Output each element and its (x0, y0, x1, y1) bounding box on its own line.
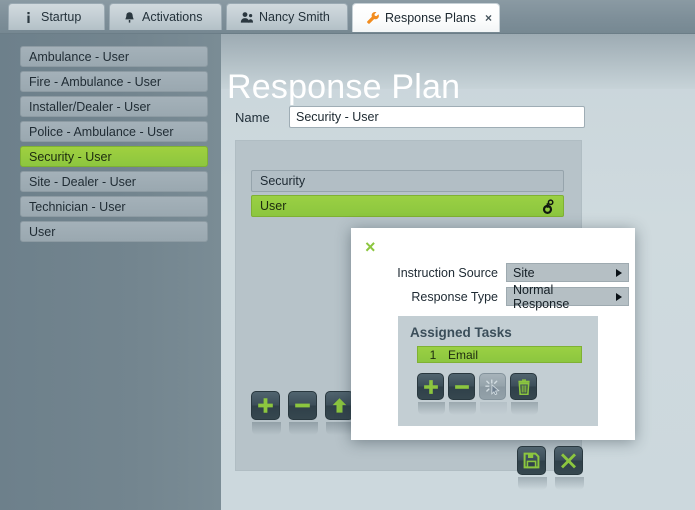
alarm-bell-icon (122, 10, 137, 25)
tab-nancy-smith[interactable]: Nancy Smith (226, 3, 348, 30)
sidebar-item-label: Ambulance - User (29, 49, 130, 64)
sidebar-item-label: Fire - Ambulance - User (29, 74, 161, 89)
button-reflection (418, 402, 445, 415)
button-reflection (555, 477, 584, 490)
instruction-source-select[interactable]: Site (506, 263, 629, 282)
sidebar-item-label: Police - Ambulance - User (29, 124, 174, 139)
sidebar-item-user[interactable]: User (20, 221, 208, 242)
task-name: Email (448, 347, 479, 362)
sidebar-item-security-user[interactable]: Security - User (20, 146, 208, 167)
save-button[interactable] (517, 446, 547, 490)
page-title: Response Plan (227, 68, 461, 106)
add-task-button[interactable] (417, 373, 445, 415)
tab-label: Response Plans (385, 10, 477, 25)
tab-startup[interactable]: Startup (8, 3, 105, 30)
name-input[interactable] (289, 106, 585, 128)
person-key-icon (540, 198, 556, 214)
tab-activations[interactable]: Activations (109, 3, 222, 30)
plan-row-user[interactable]: User (251, 195, 564, 217)
name-field-row: Name (235, 106, 585, 128)
add-plan-row-button[interactable] (251, 391, 281, 435)
delete-task-button[interactable] (510, 373, 538, 415)
select-task-button (479, 373, 507, 415)
button-reflection (289, 422, 318, 435)
sidebar-item-label: Technician - User (29, 199, 126, 214)
sidebar-item-technician-user[interactable]: Technician - User (20, 196, 208, 217)
info-icon (21, 10, 36, 25)
chevron-right-icon (616, 292, 622, 301)
sidebar-item-label: User (29, 224, 56, 239)
response-type-label: Response Type (411, 289, 498, 304)
plan-row-label: User (260, 199, 287, 213)
sidebar-item-site-dealer-user[interactable]: Site - Dealer - User (20, 171, 208, 192)
popup-close-icon[interactable]: × (365, 238, 376, 256)
assigned-tasks-box: Assigned Tasks 1 Email (398, 316, 598, 426)
response-plan-list: Ambulance - User Fire - Ambulance - User… (20, 46, 208, 246)
sidebar-item-label: Installer/Dealer - User (29, 99, 151, 114)
tab-bar: Startup Activations Nancy Smith Response… (0, 0, 695, 34)
application-window: Startup Activations Nancy Smith Response… (0, 0, 695, 510)
response-type-value: Normal Response (513, 282, 570, 311)
move-up-plan-row-button[interactable] (325, 391, 355, 435)
name-label: Name (235, 109, 270, 125)
tab-label: Activations (142, 9, 203, 24)
task-row[interactable]: 1 Email (417, 346, 582, 363)
tab-label: Nancy Smith (259, 9, 330, 24)
cancel-button[interactable] (554, 446, 584, 490)
assigned-tasks-title: Assigned Tasks (410, 325, 512, 340)
sidebar-item-fire-ambulance-user[interactable]: Fire - Ambulance - User (20, 71, 208, 92)
sidebar-item-police-ambulance-user[interactable]: Police - Ambulance - User (20, 121, 208, 142)
button-reflection (449, 402, 476, 415)
user-group-icon (239, 10, 254, 25)
tab-close-icon[interactable]: × (485, 12, 492, 24)
instruction-source-row: Instruction Source Site (363, 263, 629, 282)
button-reflection (480, 402, 507, 415)
wrench-icon (365, 11, 380, 26)
remove-task-button[interactable] (448, 373, 476, 415)
sidebar-item-installer-dealer-user[interactable]: Installer/Dealer - User (20, 96, 208, 117)
button-reflection (518, 477, 547, 490)
instruction-source-value: Site (513, 265, 535, 280)
sidebar-item-ambulance-user[interactable]: Ambulance - User (20, 46, 208, 67)
form-actions (517, 446, 584, 490)
tab-label: Startup (41, 9, 82, 24)
button-reflection (511, 402, 538, 415)
response-type-row: Response Type Normal Response (363, 283, 629, 311)
button-reflection (252, 422, 281, 435)
task-toolbar (417, 373, 538, 415)
plan-row-label: Security (260, 174, 306, 188)
sidebar-item-label: Site - Dealer - User (29, 174, 136, 189)
instruction-source-label: Instruction Source (397, 265, 498, 280)
plan-row-security[interactable]: Security (251, 170, 564, 192)
response-type-select[interactable]: Normal Response (506, 283, 629, 311)
tab-response-plans[interactable]: Response Plans × (352, 3, 500, 32)
remove-plan-row-button[interactable] (288, 391, 318, 435)
sidebar-panel: Ambulance - User Fire - Ambulance - User… (0, 34, 221, 510)
task-number: 1 (429, 347, 437, 362)
response-detail-popup: × Instruction Source Site Response Type … (351, 228, 635, 440)
chevron-right-icon (616, 268, 622, 277)
sidebar-item-label: Security - User (29, 149, 112, 164)
